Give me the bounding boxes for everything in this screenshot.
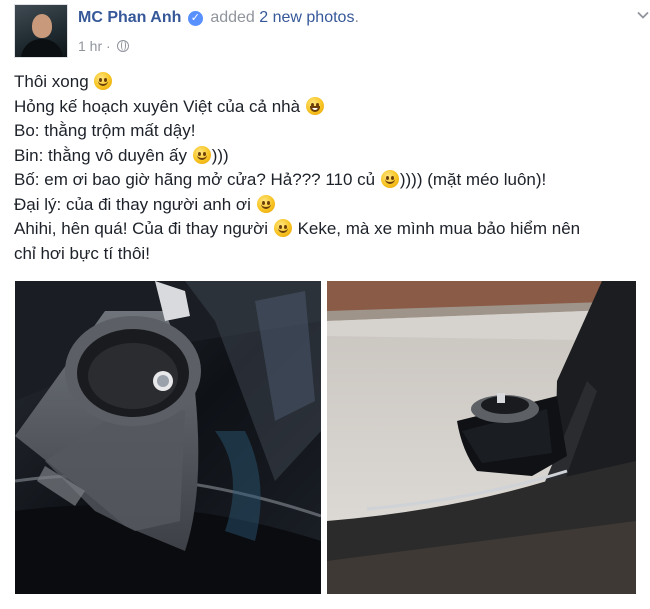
text-segment: Bố: em ơi bao giờ hãng mở cửa? Hả??? 110… [14,170,376,189]
author-name-link[interactable]: MC Phan Anh [78,9,181,26]
post-text-line: Thôi xong [14,70,639,95]
post-text-line: Ahihi, hên quá! Của đi thay người Keke, … [14,217,639,242]
photo-icon [327,281,636,594]
verified-icon: ✓ [187,11,203,26]
text-segment: )))) (mặt méo luôn)! [399,170,547,189]
text-segment: Bo: thằng trộm mất dậy! [14,121,196,140]
avatar-suit [21,39,63,57]
smiling-face-icon [94,72,113,90]
post-text-line: Đại lý: của đi thay người anh ơi [14,193,639,218]
post-timestamp[interactable]: 1 hr [78,38,102,54]
avatar-face [32,14,52,38]
action-period: . [354,9,359,26]
post-photo-1[interactable] [15,281,321,594]
author-avatar[interactable] [14,4,68,58]
smile-icon [192,145,211,164]
photos-link[interactable]: 2 new photos [259,9,354,26]
text-segment: ))) [211,145,229,165]
post-header: MC Phan Anh ✓ added 2 new photos. 1 hr · [14,4,649,58]
smile-icon [273,219,292,237]
post-text-line: Bố: em ơi bao giờ hãng mở cửa? Hả??? 110… [14,168,639,193]
post-text: Thôi xong Hỏng kế hoạch xuyên Việt của c… [14,70,639,266]
text-segment: Đại lý: của đi thay người anh ơi [14,194,251,214]
post-meta: 1 hr · [78,38,129,54]
post-text-line: Bo: thằng trộm mất dậy! [14,119,639,144]
meta-separator: · [106,38,111,54]
text-segment: Bin: thằng vô duyên ấy [14,145,187,165]
text-segment: chỉ hơi bực tí thôi! [14,243,150,263]
post-title-line: MC Phan Anh ✓ added 2 new photos. [78,9,359,27]
globe-icon[interactable] [116,40,129,52]
facebook-post: MC Phan Anh ✓ added 2 new photos. 1 hr ·… [0,0,650,609]
action-text: added [210,9,255,26]
text-segment: Keke, mà xe mình mua bảo hiểm nên [297,219,581,238]
text-segment: Hỏng kế hoạch xuyên Việt của cả nhà [14,96,301,116]
grinning-face-icon [305,96,324,115]
post-text-line: chỉ hơi bực tí thôi! [14,242,639,267]
post-text-line: Bin: thằng vô duyên ấy ))) [14,144,639,169]
text-segment: Thôi xong [14,72,89,91]
photo-icon [15,281,321,594]
smile-icon [380,170,399,188]
text-segment: Ahihi, hên quá! Của đi thay người [14,219,269,238]
smiling-face-icon [256,194,275,213]
post-text-line: Hỏng kế hoạch xuyên Việt của cả nhà [14,95,639,120]
chevron-down-icon[interactable] [636,8,650,22]
post-photo-2[interactable] [327,281,636,594]
